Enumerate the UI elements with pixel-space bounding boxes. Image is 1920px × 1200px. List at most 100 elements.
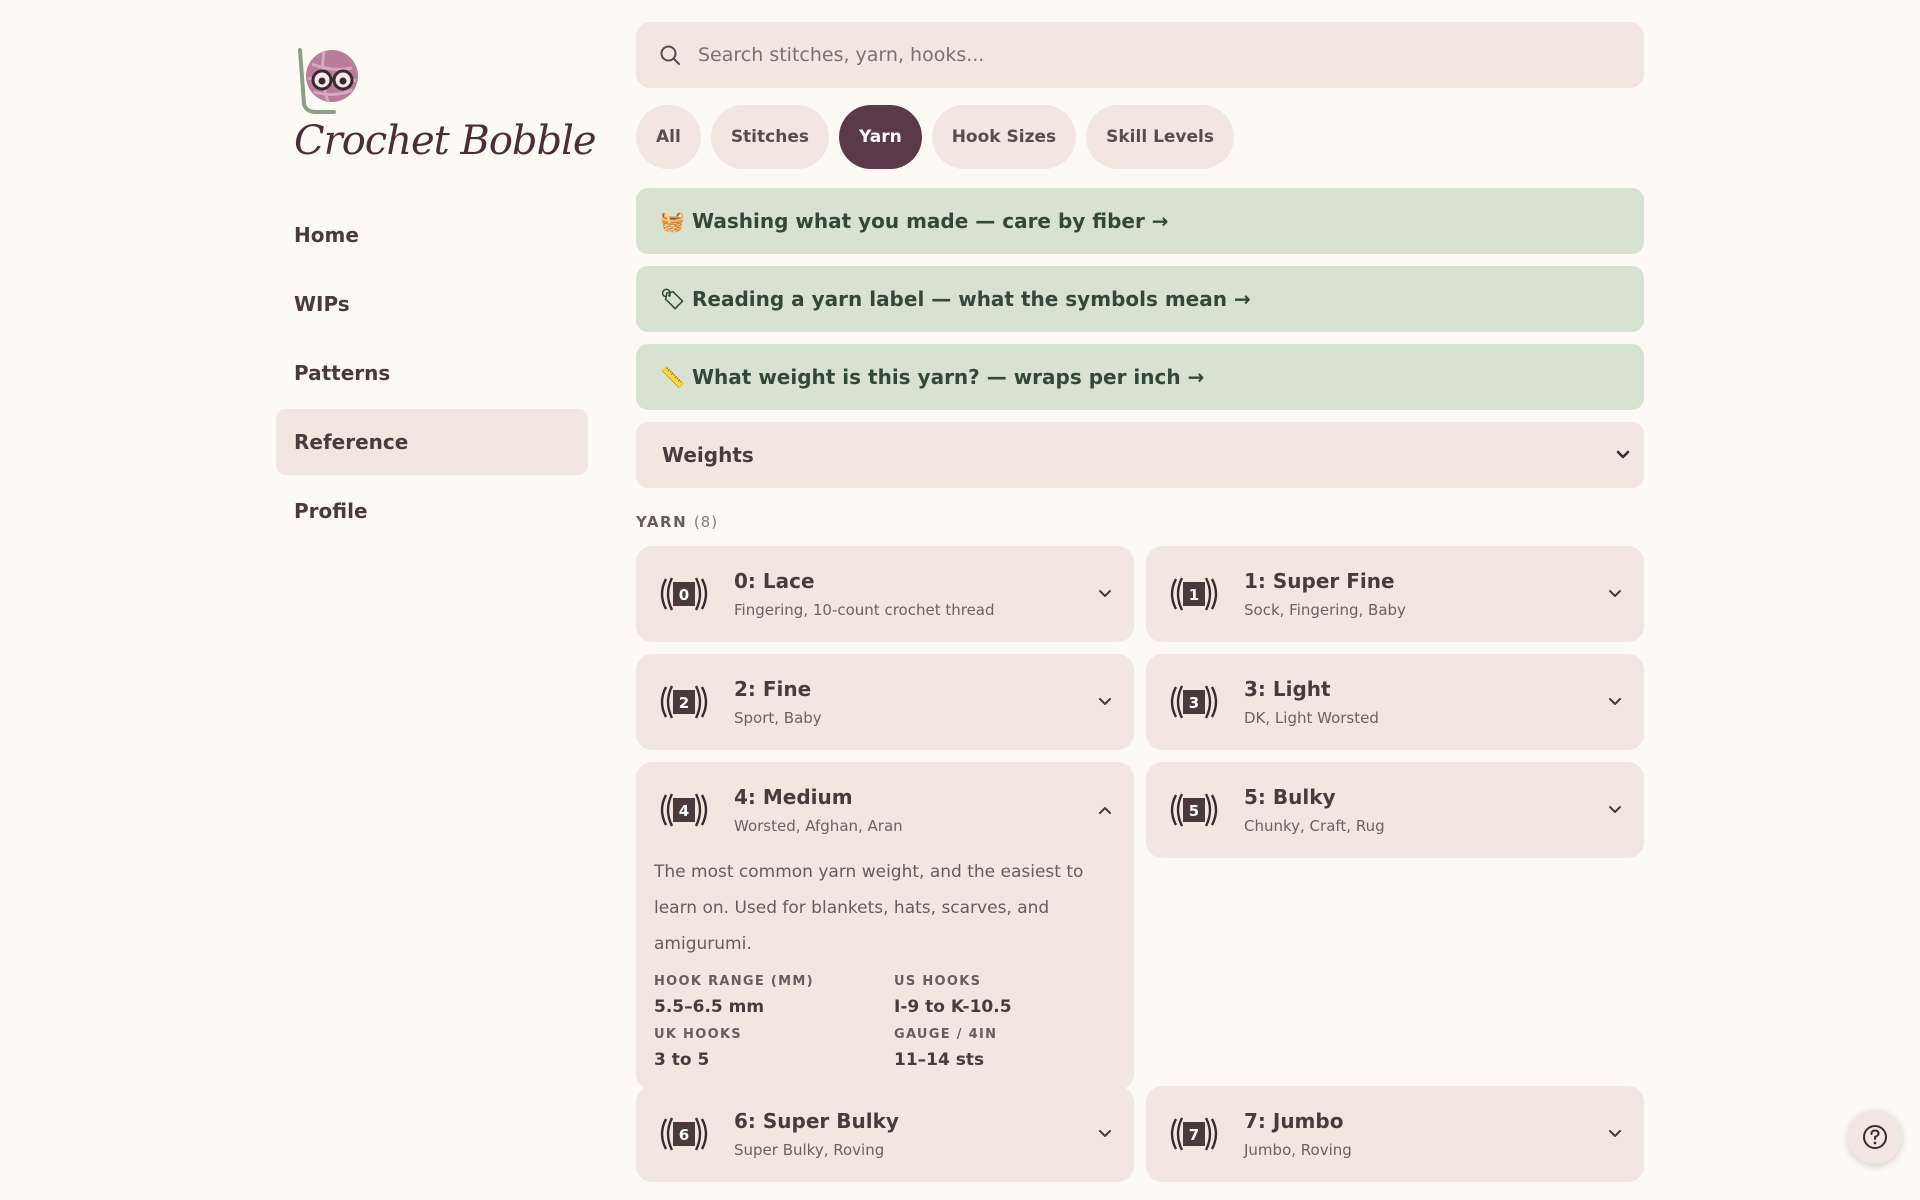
chevron-down-icon [1609, 590, 1621, 597]
nav-item-home[interactable]: Home [276, 202, 588, 268]
chevron-down-icon [1609, 806, 1621, 813]
chevron-up-icon [1099, 807, 1111, 814]
yarn-card-header[interactable]: 5 5: Bulky Chunky, Craft, Rug [1146, 762, 1644, 858]
yarn-card-title: 7: Jumbo [1244, 1109, 1344, 1133]
reference-main: All Stitches Yarn Hook Sizes Skill Level… [636, 22, 1644, 1186]
brand-logo[interactable]: Crochet Bobble [294, 46, 597, 176]
help-button[interactable] [1848, 1110, 1902, 1164]
yarn-weight-grid: 0 0: Lace Fingering, 10-count crochet th… [636, 546, 1644, 1186]
yarn-weight-number: 6 [679, 1126, 689, 1144]
banner-text: Washing what you made — care by fiber → [692, 209, 1169, 233]
spec-hook-range: HOOK RANGE (MM) 5.5–6.5 mm [654, 974, 894, 1017]
yarn-weight-number: 7 [1189, 1126, 1199, 1144]
brand-name: Crochet Bobble [294, 118, 597, 164]
yarn-card-4: 4 4: Medium Worsted, Afghan, Aran The mo… [636, 762, 1134, 1090]
ruler-icon: 📏 [660, 365, 685, 389]
spec-label: UK HOOKS [654, 1027, 742, 1042]
yarn-card-subtitle: Worsted, Afghan, Aran [734, 817, 903, 835]
spec-us-hooks: US HOOKS I-9 to K-10.5 [894, 974, 1134, 1017]
chip-yarn[interactable]: Yarn [838, 105, 922, 169]
yarn-card-details: The most common yarn weight, and the eas… [636, 854, 1134, 1090]
search-bar[interactable] [636, 22, 1644, 88]
yarn-card-header[interactable]: 3 3: Light DK, Light Worsted [1146, 654, 1644, 750]
chip-hook-sizes[interactable]: Hook Sizes [931, 105, 1077, 169]
spec-value: 5.5–6.5 mm [654, 997, 765, 1017]
yarn-spec-grid: HOOK RANGE (MM) 5.5–6.5 mm US HOOKS I-9 … [654, 974, 1116, 1070]
category-select[interactable]: Weights [636, 422, 1644, 488]
yarn-card-title: 4: Medium [734, 785, 853, 809]
chevron-down-icon [1609, 698, 1621, 705]
banner-washing-guide[interactable]: 🧺 Washing what you made — care by fiber … [636, 188, 1644, 254]
yarn-card-subtitle: Sock, Fingering, Baby [1244, 601, 1406, 619]
yarn-skein-icon: 7 [1170, 1117, 1218, 1151]
chevron-down-icon [1609, 1130, 1621, 1137]
spec-label: US HOOKS [894, 974, 982, 989]
yarn-card-header[interactable]: 7 7: Jumbo Jumbo, Roving [1146, 1086, 1644, 1182]
guide-banners: 🧺 Washing what you made — care by fiber … [636, 188, 1644, 410]
chevron-down-icon [1099, 590, 1111, 597]
yarn-card-7: 7 7: Jumbo Jumbo, Roving [1146, 1086, 1644, 1182]
yarn-skein-icon: 2 [660, 685, 708, 719]
banner-wraps-per-inch-guide[interactable]: 📏 What weight is this yarn? — wraps per … [636, 344, 1644, 410]
yarn-card-header[interactable]: 0 0: Lace Fingering, 10-count crochet th… [636, 546, 1134, 642]
yarn-card-header[interactable]: 6 6: Super Bulky Super Bulky, Roving [636, 1086, 1134, 1182]
yarn-skein-icon: 4 [660, 793, 708, 827]
chevron-down-icon [1616, 450, 1630, 459]
yarn-weight-number: 1 [1189, 586, 1199, 604]
yarn-card-2: 2 2: Fine Sport, Baby [636, 654, 1134, 750]
yarn-ball-glasses-icon [298, 48, 358, 114]
yarn-card-title: 5: Bulky [1244, 785, 1336, 809]
category-select-value: Weights [662, 443, 754, 467]
yarn-skein-icon: 3 [1170, 685, 1218, 719]
nav-item-wips[interactable]: WIPs [276, 271, 588, 337]
nav-item-profile[interactable]: Profile [276, 478, 588, 544]
yarn-card-subtitle: Super Bulky, Roving [734, 1141, 885, 1159]
yarn-card-5: 5 5: Bulky Chunky, Craft, Rug [1146, 762, 1644, 858]
yarn-card-3: 3 3: Light DK, Light Worsted [1146, 654, 1644, 750]
spec-gauge: GAUGE / 4IN 11–14 sts [894, 1027, 1134, 1070]
yarn-card-title: 2: Fine [734, 677, 812, 701]
section-heading: YARN (8) [636, 513, 1644, 531]
yarn-weight-number: 3 [1189, 694, 1199, 712]
yarn-card-subtitle: Jumbo, Roving [1244, 1141, 1352, 1159]
yarn-skein-icon: 6 [660, 1117, 708, 1151]
spec-uk-hooks: UK HOOKS 3 to 5 [654, 1027, 894, 1070]
filter-chips: All Stitches Yarn Hook Sizes Skill Level… [636, 105, 1644, 169]
help-icon [1863, 1125, 1887, 1149]
yarn-skein-icon: 5 [1170, 793, 1218, 827]
nav-item-patterns[interactable]: Patterns [276, 340, 588, 406]
search-icon [660, 45, 680, 65]
yarn-card-0: 0 0: Lace Fingering, 10-count crochet th… [636, 546, 1134, 642]
spec-value: 11–14 sts [894, 1050, 985, 1070]
banner-text: Reading a yarn label — what the symbols … [692, 287, 1251, 311]
yarn-weight-number: 5 [1189, 802, 1199, 820]
yarn-card-title: 0: Lace [734, 569, 815, 593]
basket-icon: 🧺 [660, 209, 685, 233]
yarn-skein-icon: 1 [1170, 577, 1218, 611]
yarn-weight-number: 2 [679, 694, 689, 712]
section-count: (8) [693, 513, 719, 531]
yarn-card-description: The most common yarn weight, and the eas… [654, 862, 1084, 954]
search-input[interactable] [698, 44, 1598, 66]
yarn-card-header[interactable]: 1 1: Super Fine Sock, Fingering, Baby [1146, 546, 1644, 642]
chip-stitches[interactable]: Stitches [710, 105, 829, 169]
yarn-card-title: 3: Light [1244, 677, 1331, 701]
chip-all[interactable]: All [636, 105, 701, 169]
yarn-card-header[interactable]: 2 2: Fine Sport, Baby [636, 654, 1134, 750]
yarn-card-subtitle: DK, Light Worsted [1244, 709, 1379, 727]
yarn-weight-number: 0 [679, 586, 689, 604]
yarn-card-subtitle: Fingering, 10-count crochet thread [734, 601, 995, 619]
yarn-card-subtitle: Sport, Baby [734, 709, 822, 727]
yarn-card-subtitle: Chunky, Craft, Rug [1244, 817, 1385, 835]
yarn-weight-number: 4 [679, 802, 689, 820]
spec-value: I-9 to K-10.5 [894, 997, 1012, 1017]
yarn-skein-icon: 0 [660, 577, 708, 611]
yarn-card-title: 1: Super Fine [1244, 569, 1395, 593]
banner-yarn-label-guide[interactable]: 🏷 Reading a yarn label — what the symbol… [636, 266, 1644, 332]
yarn-card-1: 1 1: Super Fine Sock, Fingering, Baby [1146, 546, 1644, 642]
chip-skill-levels[interactable]: Skill Levels [1086, 105, 1234, 169]
tag-icon: 🏷 [660, 287, 686, 311]
chevron-down-icon [1099, 698, 1111, 705]
nav-item-reference[interactable]: Reference [276, 409, 588, 475]
yarn-card-header[interactable]: 4 4: Medium Worsted, Afghan, Aran [636, 762, 1134, 858]
